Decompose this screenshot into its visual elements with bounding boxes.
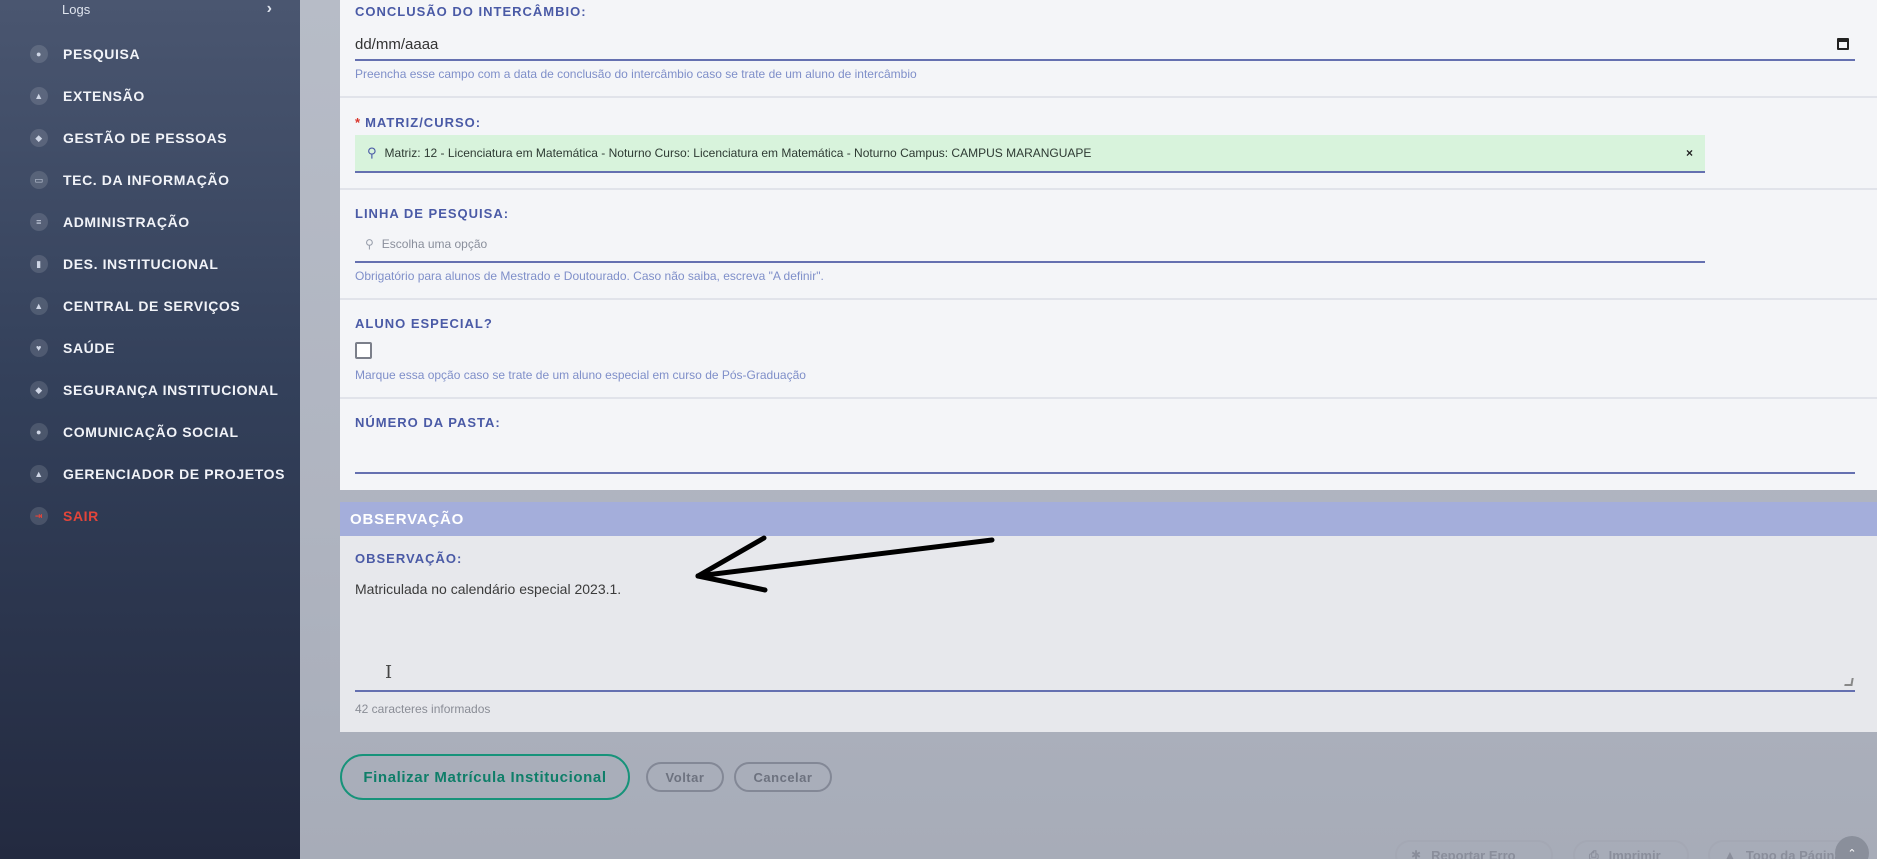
sidebar-item-seguranca[interactable]: ◆ SEGURANÇA INSTITUCIONAL	[30, 378, 290, 402]
sidebar-item-pesquisa[interactable]: ● PESQUISA	[30, 42, 290, 66]
bell-icon: ▲	[30, 297, 48, 315]
sidebar-item-extensao[interactable]: ▲ EXTENSÃO	[30, 84, 290, 108]
users-icon: ◆	[30, 129, 48, 147]
matriz-label: * MATRIZ/CURSO:	[355, 115, 481, 130]
laptop-icon: ▭	[30, 171, 48, 189]
char-count: 42 caracteres informados	[355, 702, 491, 716]
sidebar-item-label: EXTENSÃO	[63, 88, 145, 104]
sidebar-item-tec-informacao[interactable]: ▭ TEC. DA INFORMAÇÃO	[30, 168, 290, 192]
matriz-select[interactable]: ⚲ Matriz: 12 - Licenciatura em Matemátic…	[355, 135, 1705, 171]
clear-icon[interactable]: ×	[1686, 146, 1693, 160]
sidebar-item-label: Logs	[62, 1, 91, 17]
imprimir-button[interactable]: ⎙ Imprimir	[1573, 840, 1689, 859]
imprimir-label: Imprimir	[1608, 847, 1661, 859]
search-icon: ●	[30, 45, 48, 63]
linha-label: LINHA DE PESQUISA:	[355, 206, 510, 221]
observacao-underline	[355, 690, 1855, 692]
list-icon: ≡	[30, 213, 48, 231]
aluno-especial-checkbox[interactable]	[355, 342, 372, 359]
sidebar-item-gestao-pessoas[interactable]: ◆ GESTÃO DE PESSOAS	[30, 126, 290, 150]
bug-icon: ✱	[1411, 848, 1422, 859]
linha-select[interactable]: ⚲ Escolha uma opção	[355, 230, 1705, 258]
arrow-up-icon: ▲	[1724, 848, 1736, 859]
linha-underline	[355, 261, 1705, 263]
sidebar-item-logs[interactable]: Logs ›	[62, 0, 272, 18]
calendar-icon[interactable]	[1837, 38, 1849, 50]
topo-pagina-label: Topo da Página	[1745, 847, 1842, 859]
sidebar-item-comunicacao[interactable]: ● COMUNICAÇÃO SOCIAL	[30, 420, 290, 444]
date-value: dd/mm/aaaa	[355, 35, 439, 53]
sidebar-item-label: COMUNICAÇÃO SOCIAL	[63, 424, 239, 440]
conclusao-help: Preencha esse campo com a data de conclu…	[355, 67, 917, 81]
aluno-especial-help: Marque essa opção caso se trate de um al…	[355, 368, 806, 382]
sidebar-item-label: GESTÃO DE PESSOAS	[63, 130, 228, 146]
required-mark: *	[355, 115, 362, 130]
shield-icon: ◆	[30, 381, 48, 399]
chart-icon: ▮	[30, 255, 48, 273]
chevron-right-icon: ›	[266, 0, 272, 17]
sidebar-item-sair[interactable]: ⇥ SAIR	[30, 504, 290, 528]
search-icon: ⚲	[367, 145, 377, 160]
sidebar-item-label: SAÚDE	[63, 340, 116, 356]
sidebar-item-central-servicos[interactable]: ▲ CENTRAL DE SERVIÇOS	[30, 294, 290, 318]
sidebar-item-gerenciador-projetos[interactable]: ▲ GERENCIADOR DE PROJETOS	[30, 462, 290, 486]
building-icon: ▲	[30, 87, 48, 105]
linha-placeholder: Escolha uma opção	[381, 237, 488, 251]
main-content: CONCLUSÃO DO INTERCÂMBIO: dd/mm/aaaa Pre…	[300, 0, 1877, 859]
sidebar-item-label: DES. INSTITUCIONAL	[63, 256, 219, 272]
conclusao-label: CONCLUSÃO DO INTERCÂMBIO:	[355, 4, 587, 19]
resize-grip-icon[interactable]	[1844, 678, 1854, 686]
sidebar-item-label: GERENCIADOR DE PROJETOS	[63, 466, 286, 482]
divider	[340, 298, 1877, 300]
text-cursor-icon: I	[385, 662, 393, 683]
sidebar-item-label: SAIR	[63, 508, 99, 524]
sidebar-item-des-institucional[interactable]: ▮ DES. INSTITUCIONAL	[30, 252, 290, 276]
divider	[340, 188, 1877, 190]
reportar-erro-label: Reportar Erro	[1431, 847, 1516, 859]
sidebar-item-label: ADMINISTRAÇÃO	[63, 214, 190, 230]
search-icon: ⚲	[365, 237, 374, 251]
heart-icon: ♥	[30, 339, 48, 357]
chat-icon: ●	[30, 423, 48, 441]
numero-pasta-underline	[355, 472, 1855, 474]
matriz-label-text: MATRIZ/CURSO:	[365, 115, 482, 130]
sidebar-item-label: TEC. DA INFORMAÇÃO	[63, 172, 230, 188]
cancelar-button[interactable]: Cancelar	[734, 762, 832, 792]
sidebar-item-saude[interactable]: ♥ SAÚDE	[30, 336, 290, 360]
divider	[340, 397, 1877, 399]
scroll-up-icon[interactable]: ⌃	[1835, 836, 1869, 859]
divider	[340, 96, 1877, 98]
reportar-erro-button[interactable]: ✱ Reportar Erro	[1395, 840, 1553, 859]
conclusao-underline	[355, 59, 1855, 61]
aluno-especial-label: ALUNO ESPECIAL?	[355, 316, 493, 331]
download-icon: ▲	[30, 465, 48, 483]
logout-icon: ⇥	[30, 507, 48, 525]
print-icon: ⎙	[1589, 847, 1599, 859]
numero-pasta-input[interactable]	[355, 440, 1855, 472]
matriz-underline	[355, 171, 1705, 173]
sidebar-item-label: CENTRAL DE SERVIÇOS	[63, 298, 241, 314]
observacao-value: Matriculada no calendário especial 2023.…	[355, 581, 622, 597]
observacao-section-header: OBSERVAÇÃO	[340, 502, 1877, 536]
voltar-button[interactable]: Voltar	[646, 762, 724, 792]
sidebar: Logs › ● PESQUISA ▲ EXTENSÃO ◆ GESTÃO DE…	[0, 0, 300, 859]
matriz-value: Matriz: 12 - Licenciatura em Matemática …	[384, 146, 1092, 160]
observacao-label: OBSERVAÇÃO:	[355, 551, 463, 566]
linha-help: Obrigatório para alunos de Mestrado e Do…	[355, 269, 824, 283]
sidebar-item-label: SEGURANÇA INSTITUCIONAL	[63, 382, 279, 398]
sidebar-item-administracao[interactable]: ≡ ADMINISTRAÇÃO	[30, 210, 290, 234]
numero-pasta-label: NÚMERO DA PASTA:	[355, 415, 501, 430]
conclusao-date-input[interactable]: dd/mm/aaaa	[355, 30, 1855, 58]
finalizar-matricula-button[interactable]: Finalizar Matrícula Institucional	[340, 754, 630, 800]
sidebar-item-label: PESQUISA	[63, 46, 141, 62]
